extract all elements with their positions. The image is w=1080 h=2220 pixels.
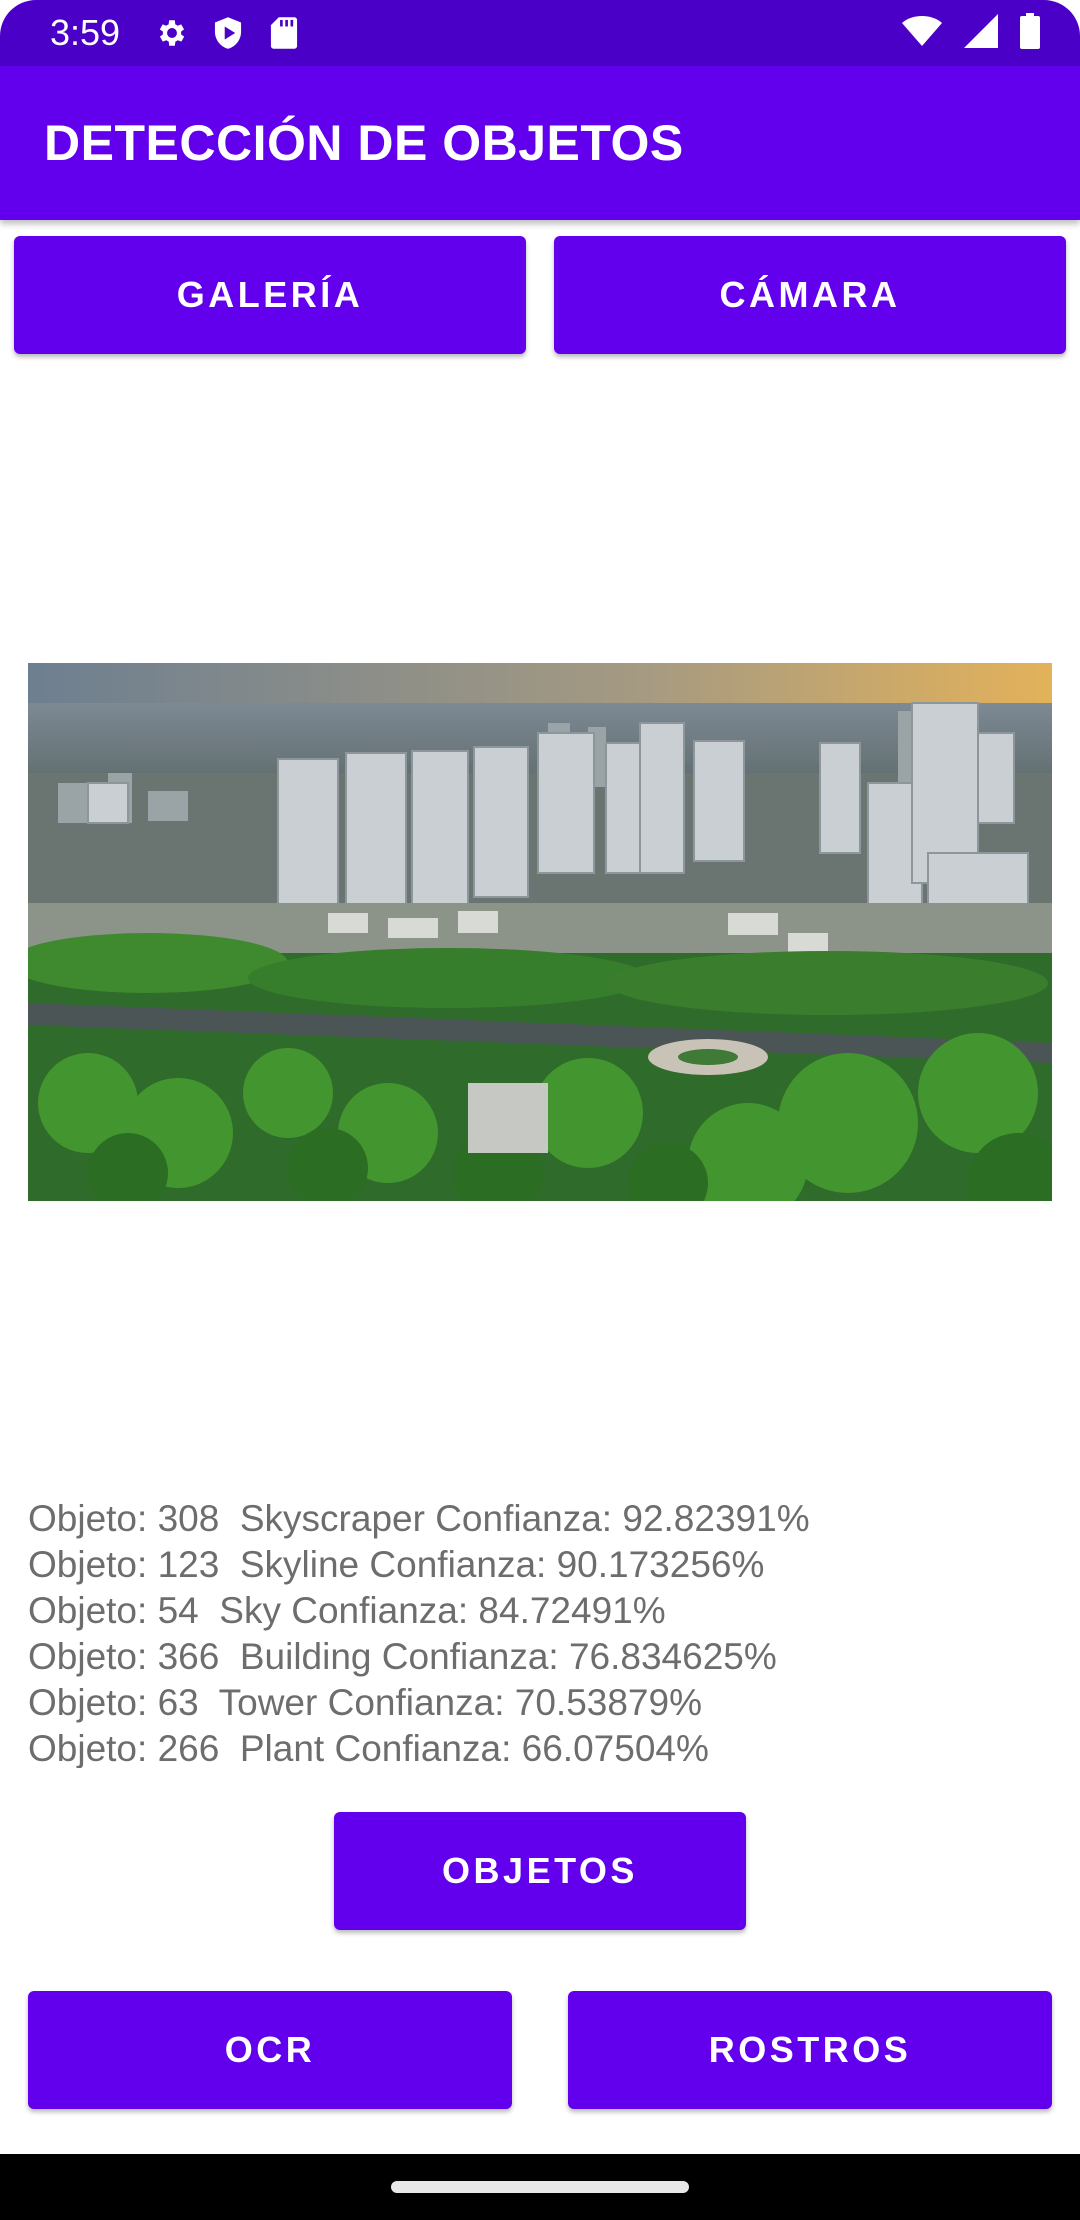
result-line: Objeto: 308 Skyscraper Confianza: 92.823… bbox=[28, 1498, 810, 1539]
ocr-button[interactable]: OCR bbox=[28, 1991, 512, 2109]
page-title: DETECCIÓN DE OBJETOS bbox=[44, 115, 684, 171]
faces-button[interactable]: ROSTROS bbox=[568, 1991, 1052, 2109]
navigation-bar bbox=[0, 2154, 1080, 2220]
result-line: Objeto: 366 Building Confianza: 76.83462… bbox=[28, 1636, 777, 1677]
status-bar: 3:59 bbox=[0, 0, 1080, 66]
result-line: Objeto: 54 Sky Confianza: 84.72491% bbox=[28, 1590, 666, 1631]
objects-button[interactable]: OBJETOS bbox=[334, 1812, 746, 1930]
selected-image bbox=[28, 663, 1052, 1201]
gallery-button[interactable]: GALERÍA bbox=[14, 236, 526, 354]
wifi-icon bbox=[902, 15, 942, 52]
result-line: Objeto: 63 Tower Confianza: 70.53879% bbox=[28, 1682, 702, 1723]
result-line: Objeto: 266 Plant Confianza: 66.07504% bbox=[28, 1728, 709, 1768]
result-line: Objeto: 123 Skyline Confianza: 90.173256… bbox=[28, 1544, 765, 1585]
detection-results: Objeto: 308 Skyscraper Confianza: 92.823… bbox=[28, 1496, 1052, 1768]
signal-icon bbox=[964, 13, 998, 53]
gear-icon bbox=[154, 15, 190, 51]
camera-button[interactable]: CÁMARA bbox=[554, 236, 1066, 354]
status-time: 3:59 bbox=[50, 12, 121, 53]
battery-icon bbox=[1020, 12, 1040, 54]
play-shield-icon bbox=[210, 15, 246, 51]
home-gesture-handle[interactable] bbox=[391, 2181, 689, 2193]
sd-card-icon bbox=[266, 15, 302, 51]
app-bar: DETECCIÓN DE OBJETOS bbox=[0, 66, 1080, 220]
